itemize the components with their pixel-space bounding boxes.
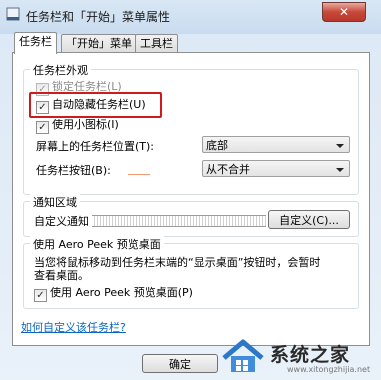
properties-window: 任务栏和「开始」菜单属性 ✕ 任务栏 「开始」菜单 工具栏 任务栏外观 ✓ 锁定任… bbox=[0, 0, 381, 380]
window-title: 任务栏和「开始」菜单属性 bbox=[26, 10, 171, 24]
chevron-down-icon bbox=[336, 144, 344, 148]
watermark: 系统之家 www.xitongzhijia.net bbox=[212, 332, 381, 380]
chevron-down-icon bbox=[336, 168, 344, 172]
tab-panel: 任务栏外观 ✓ 锁定任务栏(L) ✓ 自动隐藏任务栏(U) ✓ 使用小图标(I) 屏幕… bbox=[12, 52, 370, 346]
watermark-text: 系统之家 bbox=[270, 344, 351, 366]
title-bar: 任务栏和「开始」菜单属性 ✕ bbox=[0, 0, 381, 30]
position-label: 屏幕上的任务栏位置(T): bbox=[36, 140, 155, 153]
appearance-group-title: 任务栏外观 bbox=[30, 62, 91, 78]
peek-group-title: 使用 Aero Peek 预览桌面 bbox=[30, 236, 164, 252]
decorative-line bbox=[128, 174, 150, 175]
peek-description-2: 查看桌面。 bbox=[34, 269, 89, 282]
watermark-url: www.xitongzhijia.net bbox=[287, 365, 371, 374]
tab-start-menu[interactable]: 「开始」菜单 bbox=[61, 34, 137, 53]
peek-group: 使用 Aero Peek 预览桌面 当您将鼠标移动到任务栏末端的“显示桌面”按钮… bbox=[23, 236, 359, 309]
position-select[interactable]: 底部 bbox=[202, 136, 350, 153]
buttons-label: 任务栏按钮(B): bbox=[36, 164, 111, 177]
small-icons-checkbox[interactable]: ✓ bbox=[36, 121, 49, 134]
notify-group: 通知区域 自定义通知 自定义(C)... bbox=[23, 194, 359, 237]
notify-preview bbox=[92, 215, 266, 227]
close-icon: ✕ bbox=[338, 5, 350, 19]
ok-button[interactable]: 确定 bbox=[142, 354, 218, 373]
peek-option[interactable]: ✓ 使用 Aero Peek 预览桌面(P) bbox=[34, 285, 193, 302]
help-link[interactable]: 如何自定义该任务栏? bbox=[21, 319, 126, 335]
small-icons-option[interactable]: ✓ 使用小图标(I) bbox=[36, 117, 119, 134]
position-value: 底部 bbox=[206, 139, 228, 152]
tab-taskbar[interactable]: 任务栏 bbox=[14, 32, 57, 54]
taskbar-properties-icon bbox=[6, 7, 20, 21]
buttons-select[interactable]: 从不合并 bbox=[202, 160, 350, 177]
appearance-group: 任务栏外观 ✓ 锁定任务栏(L) ✓ 自动隐藏任务栏(U) ✓ 使用小图标(I) 屏幕… bbox=[23, 62, 359, 195]
small-icons-label: 使用小图标(I) bbox=[52, 118, 119, 131]
buttons-value: 从不合并 bbox=[206, 163, 250, 176]
highlight-box bbox=[29, 92, 162, 118]
system-home-logo-icon bbox=[222, 339, 264, 372]
notify-text: 自定义通知 bbox=[34, 215, 89, 228]
notify-group-title: 通知区域 bbox=[30, 194, 80, 210]
tab-toolbars[interactable]: 工具栏 bbox=[135, 34, 178, 53]
peek-label: 使用 Aero Peek 预览桌面(P) bbox=[50, 286, 193, 299]
close-button[interactable]: ✕ bbox=[322, 2, 366, 22]
customize-notify-button[interactable]: 自定义(C)... bbox=[268, 210, 350, 229]
peek-checkbox[interactable]: ✓ bbox=[34, 289, 47, 302]
